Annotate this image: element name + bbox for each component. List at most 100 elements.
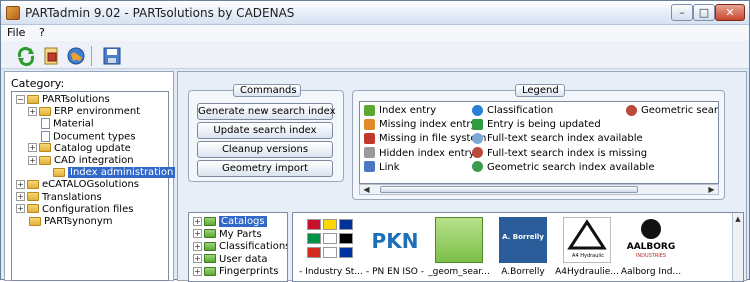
- generate-index-button[interactable]: Generate new search index: [197, 103, 336, 120]
- tree-item[interactable]: Document types: [28, 130, 136, 143]
- globe-icon[interactable]: [65, 45, 87, 67]
- geometry-import-button[interactable]: Geometry import: [197, 160, 333, 177]
- legend-icon: [472, 161, 483, 173]
- thumbnails-scrollbar[interactable]: ▲: [732, 213, 743, 281]
- flag-icon: [307, 247, 321, 258]
- commands-title: Commands: [233, 84, 301, 97]
- expand-icon[interactable]: +: [193, 241, 202, 251]
- expand-icon[interactable]: +: [16, 179, 25, 189]
- thumbnail-caption: - PN EN ISO -: [366, 267, 424, 277]
- aalborg-logo-text: AALBORG: [626, 242, 676, 252]
- tree-item-label: Document types: [53, 131, 136, 143]
- legend-label: Link: [379, 161, 400, 173]
- tree-item[interactable]: + Configuration files: [16, 204, 133, 216]
- catalog-thumbnail[interactable]: AALBORG INDUSTRIES Aalborg Ind...: [619, 217, 683, 281]
- catalog-thumbnail[interactable]: PKN - PN EN ISO -: [363, 217, 427, 281]
- toolbar: [1, 41, 749, 69]
- close-button[interactable]: ✕: [715, 4, 745, 21]
- folder-icon: [204, 216, 216, 226]
- legend-scrollbar[interactable]: ◀ ▶: [359, 184, 719, 195]
- catalog-tree-item[interactable]: + Fingerprints: [193, 266, 278, 278]
- a4-hydraulic-logo: A4 Hydraulic: [563, 217, 611, 263]
- scroll-up-icon[interactable]: ▲: [733, 215, 743, 223]
- legend-list: Index entry Missing index entry Missing in…: [359, 101, 719, 184]
- legend-label: Missing in file system: [379, 133, 487, 145]
- catalog-thumbnail[interactable]: A. Borrelly A.Borrelly: [491, 217, 555, 281]
- save-icon[interactable]: [101, 45, 123, 67]
- catalog-thumbnail[interactable]: A4 Hydraulic A4Hydraulie...: [555, 217, 619, 281]
- category-label: Category:: [11, 77, 65, 90]
- scroll-left-icon[interactable]: ◀: [361, 185, 372, 194]
- tree-item[interactable]: + CAD integration: [28, 155, 134, 167]
- legend-icon: [364, 161, 375, 173]
- legend-item: Missing in file system: [364, 132, 486, 145]
- flag-icon: [339, 219, 353, 230]
- catalog-thumbnail[interactable]: _geom_sear...: [427, 217, 491, 281]
- parts-icon[interactable]: [41, 45, 63, 67]
- menu-file[interactable]: File: [7, 26, 25, 39]
- tree-item-label: Index administration: [68, 167, 176, 179]
- folder-icon: [204, 229, 216, 238]
- legend-label: Geometric search: [641, 105, 718, 116]
- menu-help[interactable]: ?: [39, 26, 45, 39]
- thumbnail-caption: _geom_sear...: [428, 267, 490, 277]
- catalog-tree[interactable]: + Catalogs + My Parts + Classifications + User …: [188, 212, 288, 282]
- scrollbar-thumb[interactable]: [380, 186, 638, 193]
- expand-icon[interactable]: +: [16, 204, 25, 214]
- flag-icon: [307, 233, 321, 244]
- legend-icon: [364, 118, 375, 130]
- tree-item[interactable]: − PARTsolutions: [16, 94, 110, 106]
- cleanup-versions-button[interactable]: Cleanup versions: [197, 141, 333, 158]
- refresh-icon[interactable]: [15, 45, 37, 67]
- tree-item[interactable]: Material: [28, 118, 94, 130]
- flags-logo: [307, 217, 355, 263]
- catalog-thumbnail[interactable]: - Industry St...: [299, 217, 363, 281]
- legend-item: Full-text search index is missing: [472, 147, 647, 160]
- expand-icon[interactable]: +: [193, 216, 202, 226]
- tree-item[interactable]: Index administration: [40, 167, 176, 179]
- legend-icon: [364, 104, 375, 116]
- folder-icon: [27, 204, 39, 214]
- tree-item[interactable]: PARTsynonym: [16, 216, 113, 228]
- folder-icon: [204, 266, 216, 276]
- catalog-tree-item[interactable]: + User data: [193, 254, 268, 266]
- expand-icon[interactable]: +: [28, 106, 37, 116]
- catalog-tree-item[interactable]: + Classifications: [193, 241, 287, 253]
- flag-icon: [339, 233, 353, 244]
- tree-item[interactable]: + Catalog update: [28, 143, 131, 155]
- legend-label: Hidden index entry: [379, 147, 475, 159]
- folder-icon: [39, 106, 51, 116]
- expand-icon[interactable]: +: [28, 155, 37, 165]
- update-index-button[interactable]: Update search index: [197, 122, 333, 139]
- legend-icon: [472, 147, 483, 159]
- maximize-button[interactable]: □: [693, 4, 715, 21]
- expand-icon[interactable]: +: [28, 143, 37, 153]
- legend-icon: [472, 104, 483, 116]
- folder-icon: [39, 143, 51, 153]
- catalog-tree-item[interactable]: + My Parts: [193, 229, 262, 241]
- tree-item[interactable]: + Translations: [16, 192, 102, 204]
- legend-icon: [364, 147, 375, 159]
- legend-item: Missing index entry: [364, 118, 476, 131]
- flag-icon: [307, 219, 321, 230]
- legend-label: Missing index entry: [379, 119, 477, 131]
- flag-icon: [323, 247, 337, 258]
- right-panel: Commands Generate new search index Updat…: [177, 71, 747, 282]
- folder-icon: [435, 217, 483, 263]
- expand-icon[interactable]: +: [16, 192, 25, 202]
- tree-item-label: Catalog update: [54, 142, 131, 154]
- minimize-button[interactable]: –: [671, 4, 693, 21]
- tree-item-label: Material: [53, 118, 94, 130]
- catalog-tree-item[interactable]: + Catalogs: [193, 216, 267, 228]
- expand-icon[interactable]: +: [193, 266, 202, 276]
- tree-item[interactable]: + ERP environment: [28, 106, 140, 118]
- legend-item: Classification: [472, 104, 553, 117]
- expand-icon[interactable]: +: [193, 229, 202, 238]
- scroll-right-icon[interactable]: ▶: [706, 185, 717, 194]
- document-icon: [41, 130, 50, 142]
- collapse-icon[interactable]: −: [16, 94, 25, 104]
- expand-icon[interactable]: +: [193, 254, 202, 263]
- tree-item[interactable]: + eCATALOGsolutions: [16, 179, 139, 191]
- category-tree[interactable]: − PARTsolutions + ERP environment Material Do…: [11, 91, 176, 281]
- aalborg-logo-mark: [641, 219, 661, 239]
